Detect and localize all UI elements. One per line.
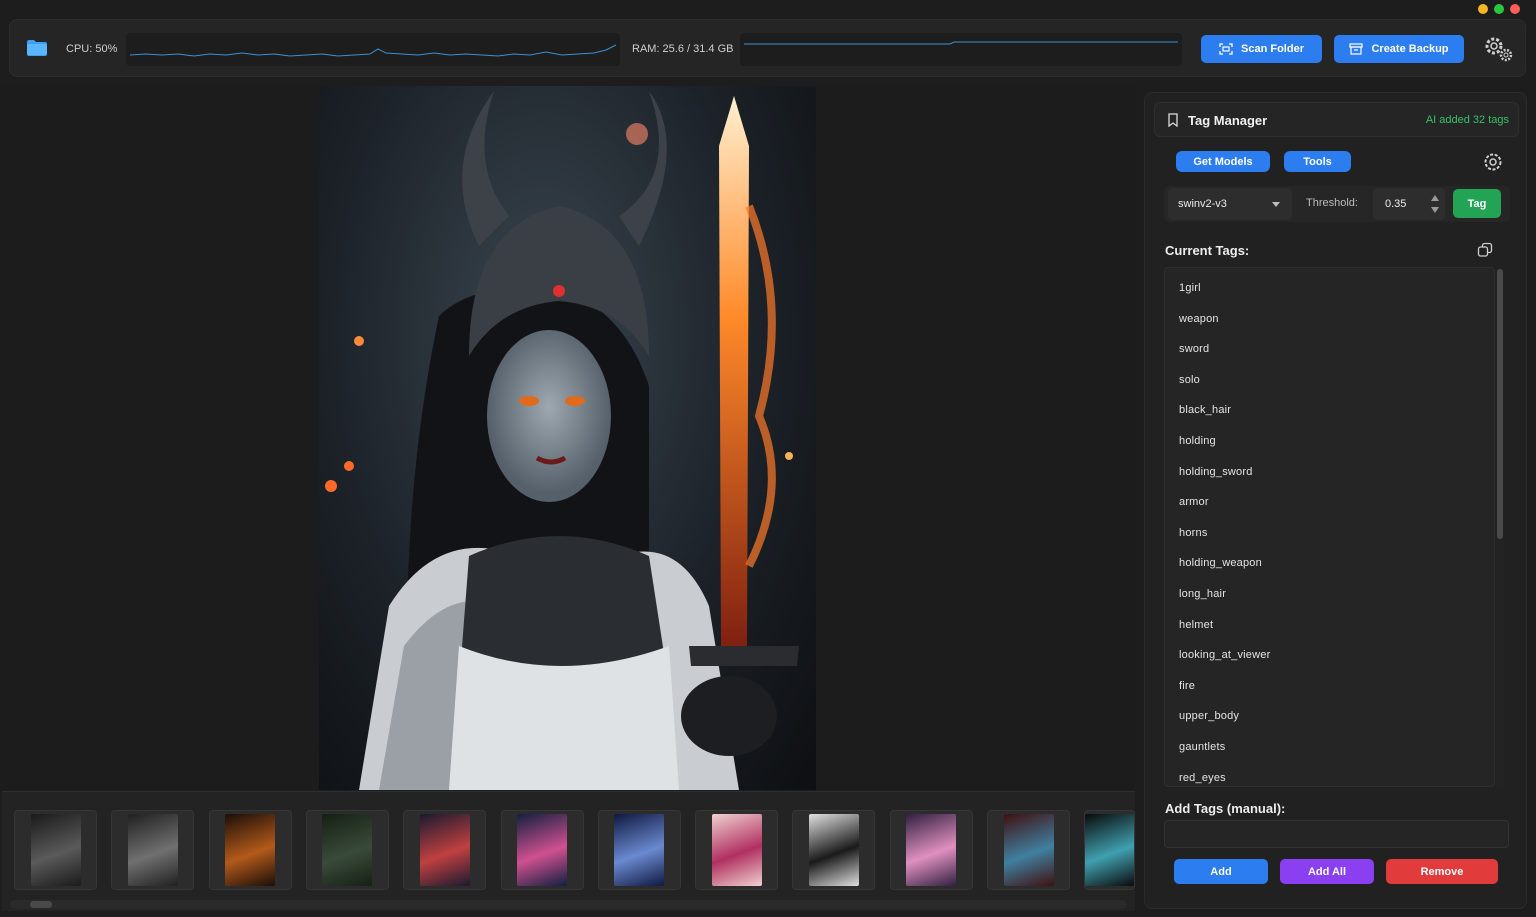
minimize-dot[interactable]	[1478, 4, 1488, 14]
thumbnail-image	[419, 814, 470, 886]
scan-folder-button[interactable]: Scan Folder	[1201, 35, 1322, 63]
horizontal-scrollbar-thumb[interactable]	[30, 901, 52, 908]
tag-list-item[interactable]: fire	[1179, 680, 1195, 692]
status-message: AI added 32 tags	[1425, 114, 1509, 126]
thumbnail-item[interactable]	[792, 810, 876, 890]
vertical-scrollbar[interactable]	[1496, 267, 1504, 787]
tag-list-item[interactable]: black_hair	[1179, 404, 1231, 416]
thumbnail-image	[127, 814, 178, 886]
thumbnail-image	[1085, 814, 1134, 886]
model-controls: swinv2-v3 Threshold: 0.35 Tag	[1164, 186, 1510, 222]
vertical-scrollbar-thumb[interactable]	[1497, 269, 1503, 539]
scan-folder-label: Scan Folder	[1241, 43, 1304, 55]
create-backup-button[interactable]: Create Backup	[1334, 35, 1464, 63]
tag-list-item[interactable]: long_hair	[1179, 588, 1226, 600]
ram-graph	[740, 33, 1182, 66]
tag-list-item[interactable]: 1girl	[1179, 282, 1201, 294]
cpu-usage-label: CPU: 50%	[66, 43, 118, 55]
panel-header: Tag Manager AI added 32 tags	[1154, 102, 1519, 137]
thumbnail-image	[517, 814, 567, 886]
folder-icon[interactable]	[26, 39, 48, 57]
model-dropdown-value: swinv2-v3	[1178, 198, 1227, 210]
cpu-graph	[126, 33, 620, 66]
tag-list-item[interactable]: upper_body	[1179, 710, 1239, 722]
thumbnail-item[interactable]	[111, 810, 195, 890]
tag-list-item[interactable]: sword	[1179, 343, 1209, 355]
tag-list-item[interactable]: red_eyes	[1179, 772, 1226, 784]
scan-icon	[1219, 43, 1233, 55]
chevron-down-icon	[1272, 202, 1280, 207]
thumbnail-item[interactable]	[695, 810, 779, 890]
arrow-down-icon[interactable]	[1431, 207, 1439, 213]
thumbnail-item[interactable]	[1084, 810, 1135, 890]
tag-list-item[interactable]: helmet	[1179, 619, 1213, 631]
current-tags-label: Current Tags:	[1165, 243, 1250, 258]
create-backup-label: Create Backup	[1371, 43, 1449, 55]
tag-list-item[interactable]: gauntlets	[1179, 741, 1225, 753]
app-window: CPU: 50% RAM: 25.6 / 31.4 GB Scan Folder	[0, 0, 1536, 917]
tag-list-item[interactable]: armor	[1179, 496, 1209, 508]
thumbnail-image	[225, 814, 276, 886]
close-dot[interactable]	[1510, 4, 1520, 14]
current-tags-list[interactable]: 1girl weapon sword solo black_hairholding hol…	[1164, 267, 1495, 787]
copy-icon[interactable]	[1477, 242, 1493, 258]
thumbnail-item[interactable]	[987, 810, 1070, 890]
tag-list-item[interactable]: solo	[1179, 374, 1200, 386]
thumbnail-item[interactable]	[403, 810, 487, 890]
add-button[interactable]: Add	[1174, 859, 1268, 884]
tag-list-item[interactable]: horns	[1179, 527, 1208, 539]
tag-list-item[interactable]: looking_at_viewer	[1179, 649, 1270, 661]
thumbnail-item[interactable]	[889, 810, 973, 890]
threshold-label: Threshold:	[1306, 197, 1358, 209]
thumbnail-image	[906, 814, 957, 886]
tools-button[interactable]: Tools	[1284, 151, 1351, 172]
remove-button[interactable]: Remove	[1386, 859, 1498, 884]
thumbnail-item[interactable]	[208, 810, 292, 890]
top-toolbar: CPU: 50% RAM: 25.6 / 31.4 GB Scan Folder	[9, 19, 1526, 77]
tag-list-item[interactable]: holding	[1179, 435, 1216, 447]
tag-icon	[1168, 113, 1178, 127]
ram-usage-label: RAM: 25.6 / 31.4 GB	[632, 43, 734, 55]
tag-manager-panel: Tag Manager AI added 32 tags Get Models …	[1144, 92, 1527, 909]
arrow-up-icon[interactable]	[1431, 195, 1439, 201]
thumbnail-image	[808, 814, 859, 886]
main-image[interactable]	[319, 86, 816, 790]
settings-gear-icon[interactable]	[1482, 151, 1504, 173]
thumbnail-strip	[2, 791, 1135, 911]
tag-list-item[interactable]: weapon	[1179, 313, 1219, 325]
thumbnail-item[interactable]	[500, 810, 584, 890]
gear-icon[interactable]	[1481, 34, 1517, 64]
model-dropdown[interactable]: swinv2-v3	[1168, 188, 1292, 220]
add-all-button[interactable]: Add All	[1280, 859, 1374, 884]
threshold-spinbox[interactable]: 0.35	[1373, 188, 1445, 220]
thumbnail-item[interactable]	[305, 810, 389, 890]
thumbnail-item[interactable]	[14, 810, 97, 890]
thumbnail-image	[711, 814, 762, 886]
thumbnail-image	[30, 814, 81, 886]
threshold-value: 0.35	[1385, 198, 1407, 210]
manual-tag-input[interactable]	[1164, 820, 1509, 848]
get-models-button[interactable]: Get Models	[1176, 151, 1270, 172]
panel-title: Tag Manager	[1188, 113, 1268, 128]
thumbnail-image	[322, 814, 373, 886]
thumbnail-image	[1003, 814, 1054, 886]
maximize-dot[interactable]	[1494, 4, 1504, 14]
add-tags-label: Add Tags (manual):	[1165, 801, 1286, 816]
tag-list-item[interactable]: holding_sword	[1179, 466, 1253, 478]
image-viewer	[0, 86, 1135, 790]
tag-list-item[interactable]: holding_weapon	[1179, 557, 1262, 569]
backup-icon	[1349, 43, 1364, 55]
thumbnail-item[interactable]	[597, 810, 681, 890]
thumbnail-image	[614, 814, 665, 886]
tag-button[interactable]: Tag	[1453, 189, 1501, 218]
horizontal-scrollbar[interactable]	[10, 900, 1127, 909]
